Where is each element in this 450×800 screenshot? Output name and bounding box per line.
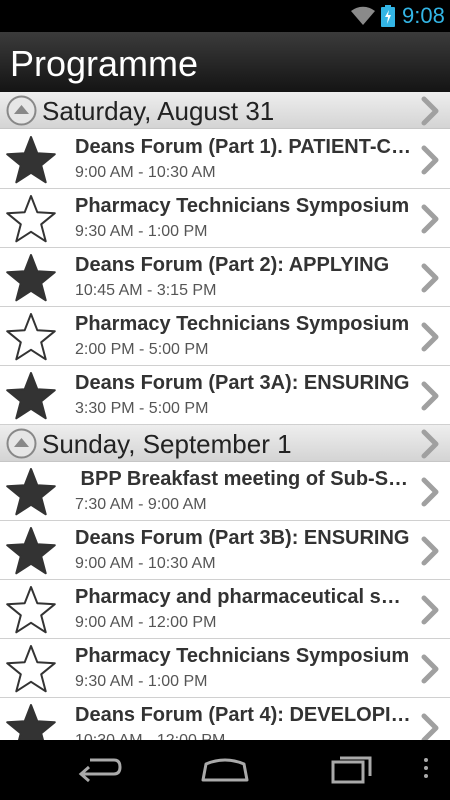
- star-outline-icon[interactable]: [6, 195, 56, 243]
- collapse-icon[interactable]: [6, 428, 37, 459]
- chevron-right-icon: [421, 429, 439, 459]
- event-time: 9:00 AM - 10:30 AM: [75, 164, 216, 181]
- event-time: 7:30 AM - 9:00 AM: [75, 496, 207, 513]
- action-bar: Programme: [0, 32, 450, 92]
- event-time: 9:30 AM - 1:00 PM: [75, 223, 208, 240]
- section-header-sunday[interactable]: Sunday, September 1: [0, 425, 450, 462]
- event-title: Pharmacy and pharmaceutical sciences: [75, 586, 411, 608]
- star-filled-icon[interactable]: [6, 136, 56, 184]
- event-time: 10:45 AM - 3:15 PM: [75, 282, 217, 299]
- section-day-title: Saturday, August 31: [42, 96, 275, 126]
- event-row[interactable]: Deans Forum (Part 3B): ENSURING 9:00 AM …: [0, 521, 450, 580]
- event-title: Deans Forum (Part 4): DEVELOPING: [75, 704, 411, 726]
- wifi-icon: [351, 6, 375, 25]
- event-row[interactable]: Deans Forum (Part 1). PATIENT-CENTRED CA…: [0, 130, 450, 189]
- event-row[interactable]: Deans Forum (Part 4): DEVELOPING 10:30 A…: [0, 698, 450, 740]
- event-row[interactable]: BPP Breakfast meeting of Sub-Sections 7:…: [0, 462, 450, 521]
- event-row[interactable]: Pharmacy and pharmaceutical sciences 9:0…: [0, 580, 450, 639]
- recent-apps-icon[interactable]: [330, 752, 374, 784]
- event-row[interactable]: Pharmacy Technicians Symposium 9:30 AM -…: [0, 189, 450, 248]
- event-row[interactable]: Deans Forum (Part 3A): ENSURING 3:30 PM …: [0, 366, 450, 425]
- star-outline-icon[interactable]: [6, 313, 56, 361]
- event-time: 3:30 PM - 5:00 PM: [75, 400, 209, 417]
- event-time: 9:30 AM - 1:00 PM: [75, 673, 208, 690]
- chevron-right-icon: [421, 204, 439, 234]
- star-filled-icon[interactable]: [6, 527, 56, 575]
- event-time: 10:30 AM - 12:00 PM: [75, 731, 225, 740]
- page-title: Programme: [10, 43, 199, 84]
- event-row[interactable]: Deans Forum (Part 2): APPLYING 10:45 AM …: [0, 248, 450, 307]
- back-icon[interactable]: [76, 752, 124, 784]
- chevron-right-icon: [421, 381, 439, 411]
- event-row[interactable]: Pharmacy Technicians Symposium 9:30 AM -…: [0, 639, 450, 698]
- status-bar: 9:08: [0, 0, 450, 32]
- section-header-saturday[interactable]: Saturday, August 31: [0, 92, 450, 129]
- event-title: Deans Forum (Part 2): APPLYING: [75, 254, 390, 276]
- clock: 9:08: [402, 3, 445, 28]
- chevron-right-icon: [421, 477, 439, 507]
- star-outline-icon[interactable]: [6, 645, 56, 693]
- home-icon[interactable]: [200, 752, 250, 784]
- battery-charging-icon: [381, 5, 395, 27]
- overflow-menu-icon[interactable]: [421, 752, 431, 784]
- chevron-right-icon: [421, 654, 439, 684]
- event-title: BPP Breakfast meeting of Sub-Sections: [80, 468, 411, 490]
- star-outline-icon[interactable]: [6, 586, 56, 634]
- chevron-right-icon: [421, 595, 439, 625]
- event-title: Pharmacy Technicians Symposium: [75, 313, 410, 335]
- star-filled-icon[interactable]: [6, 704, 56, 740]
- event-row[interactable]: Pharmacy Technicians Symposium 2:00 PM -…: [0, 307, 450, 366]
- programme-list[interactable]: Saturday, August 31 Deans Forum (Part 1)…: [0, 92, 450, 740]
- event-title: Pharmacy Technicians Symposium: [75, 645, 410, 667]
- star-filled-icon[interactable]: [6, 254, 56, 302]
- chevron-right-icon: [421, 536, 439, 566]
- chevron-right-icon: [421, 263, 439, 293]
- collapse-icon[interactable]: [6, 95, 37, 126]
- star-filled-icon[interactable]: [6, 468, 56, 516]
- event-title: Deans Forum (Part 1). PATIENT-CENTRED CA…: [75, 136, 411, 158]
- event-time: 2:00 PM - 5:00 PM: [75, 341, 209, 358]
- chevron-right-icon: [421, 322, 439, 352]
- event-title: Deans Forum (Part 3A): ENSURING: [75, 372, 410, 394]
- chevron-right-icon: [421, 145, 439, 175]
- event-time: 9:00 AM - 12:00 PM: [75, 614, 217, 631]
- event-title: Pharmacy Technicians Symposium: [75, 195, 410, 217]
- section-day-title: Sunday, September 1: [42, 429, 292, 459]
- star-filled-icon[interactable]: [6, 372, 56, 420]
- chevron-right-icon: [421, 96, 439, 126]
- event-title: Deans Forum (Part 3B): ENSURING: [75, 527, 410, 549]
- event-time: 9:00 AM - 10:30 AM: [75, 555, 216, 572]
- chevron-right-icon: [421, 713, 439, 740]
- navigation-bar: [0, 740, 450, 800]
